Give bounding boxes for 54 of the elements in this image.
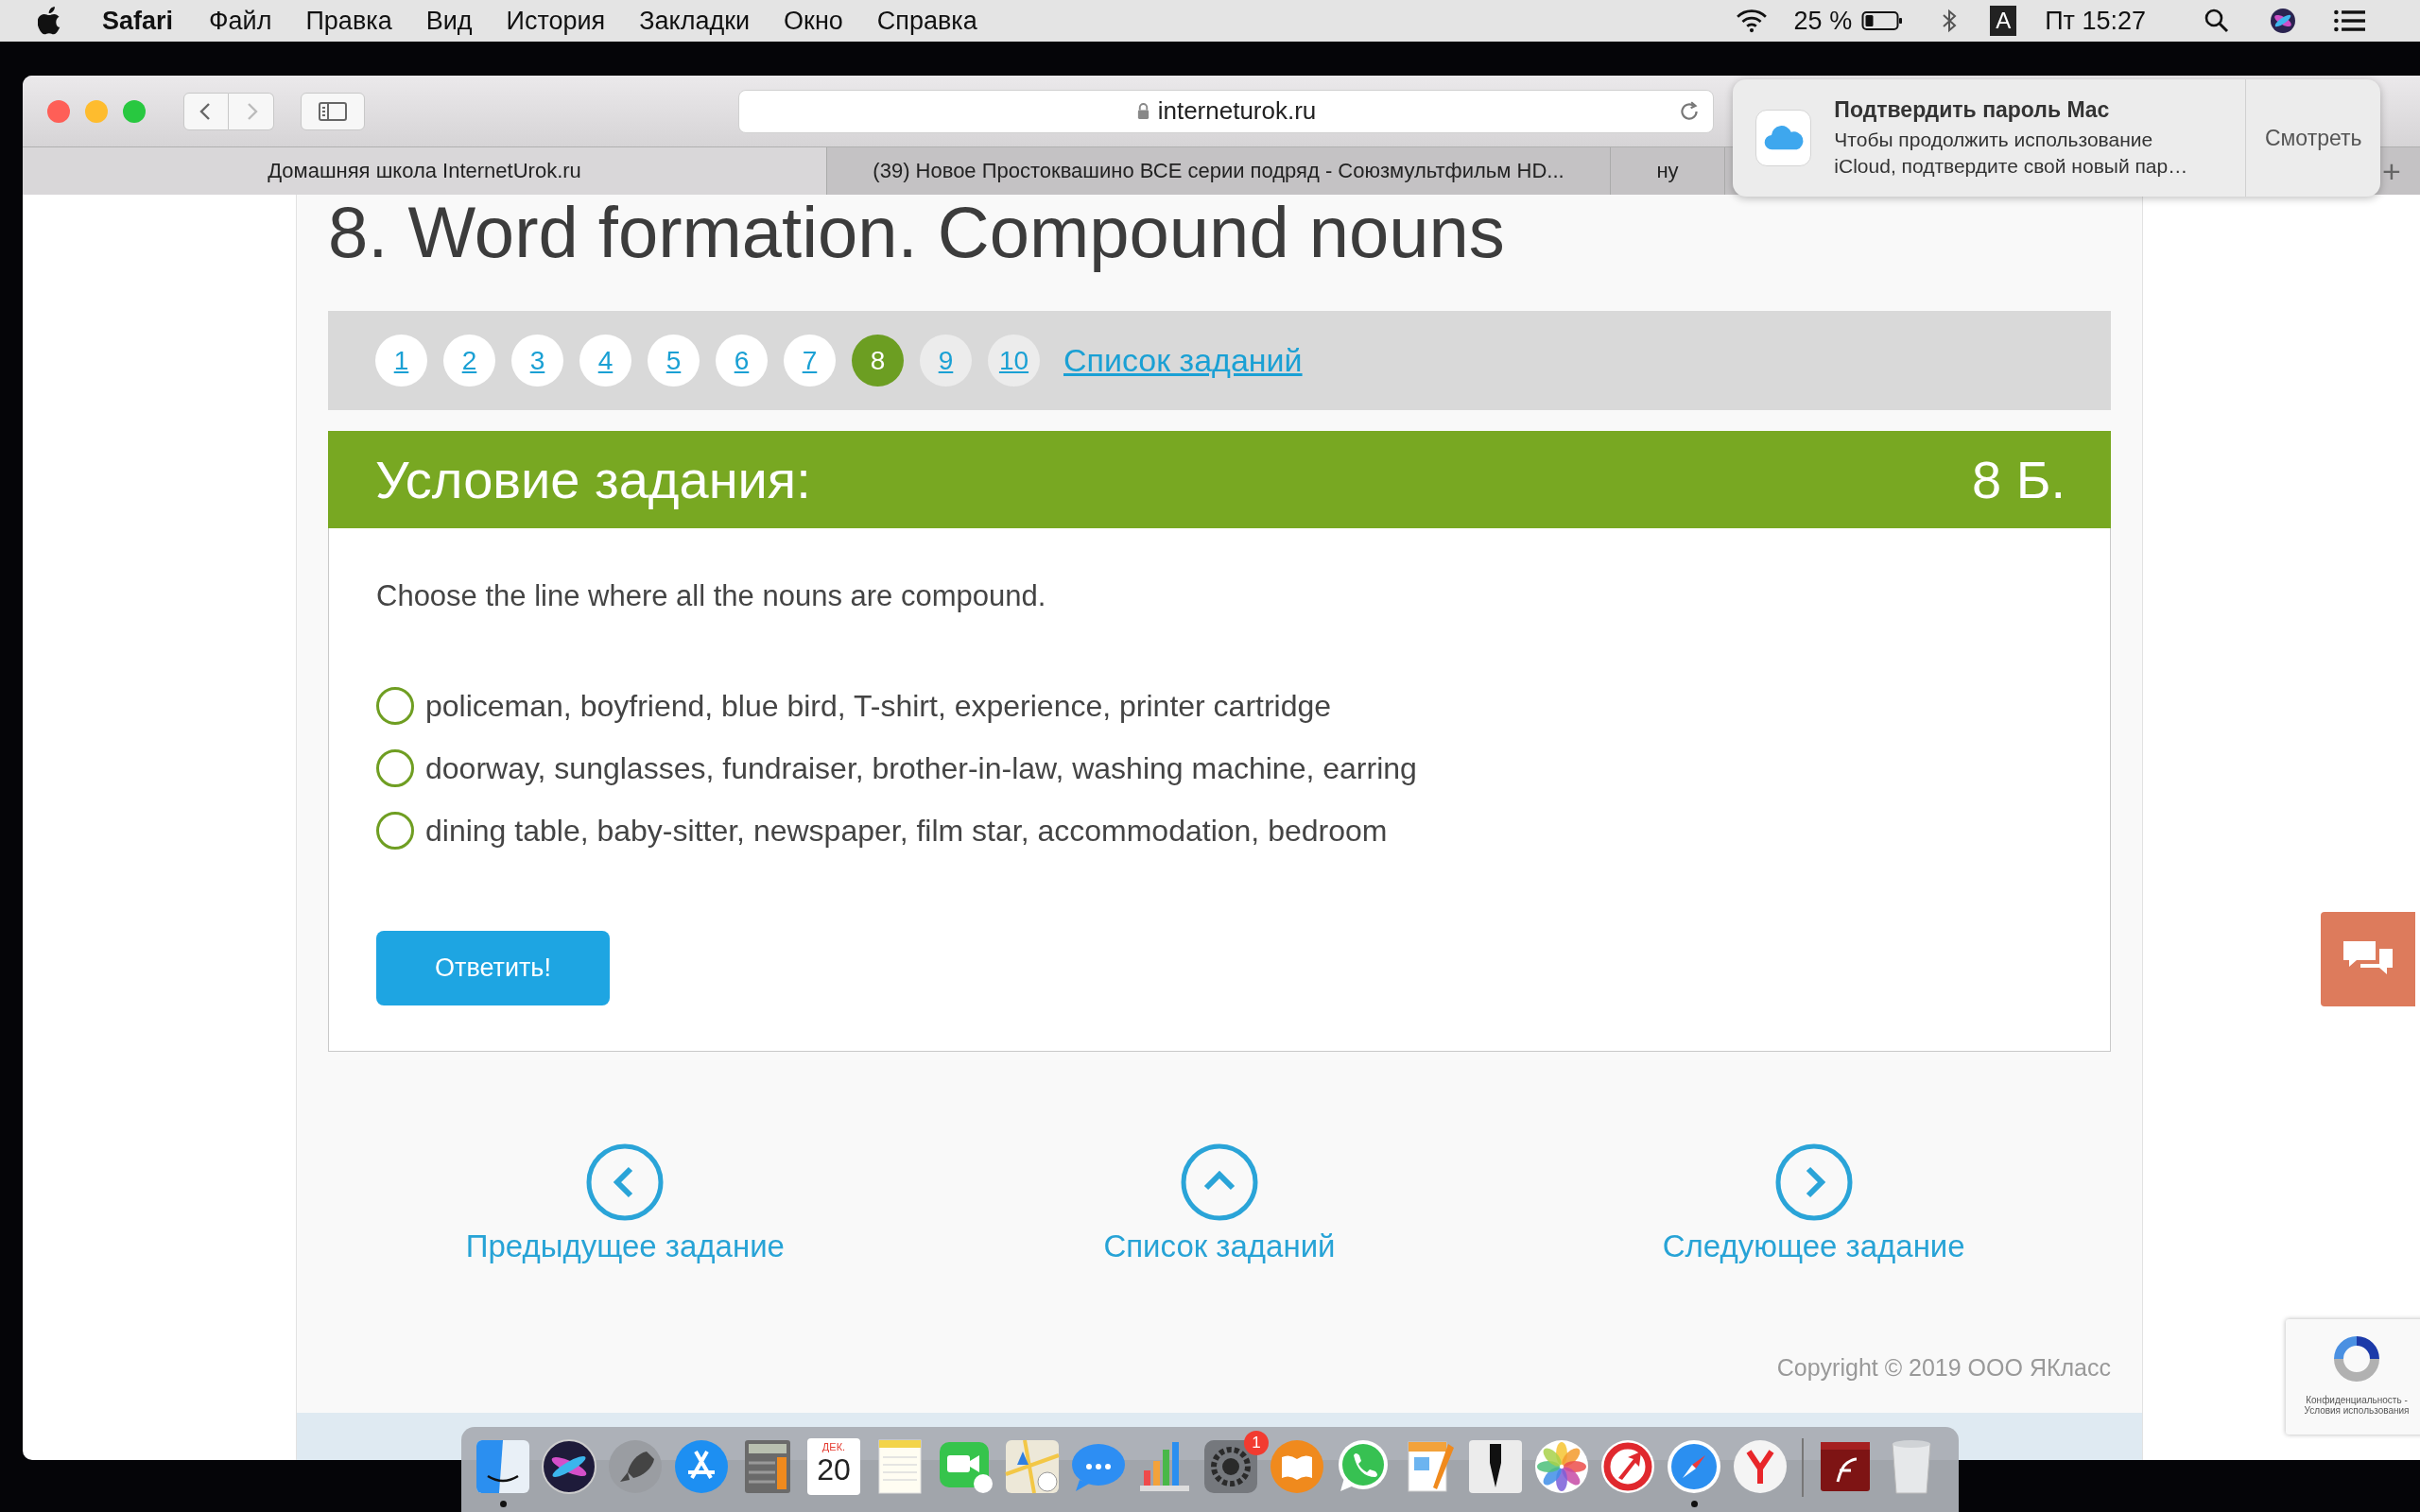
wifi-icon[interactable] xyxy=(1735,8,1768,34)
chat-button[interactable] xyxy=(2321,912,2415,1006)
running-indicator xyxy=(499,1501,507,1507)
task-points: 8 Б. xyxy=(1972,449,2066,510)
up-chevron-icon[interactable] xyxy=(1180,1143,1259,1222)
menu-item[interactable]: История xyxy=(506,6,606,36)
orb-icon[interactable] xyxy=(539,1436,599,1497)
option-label[interactable]: doorway, sunglasses, fundraiser, brother-in-law, washing machine, earring xyxy=(425,747,1417,789)
back-button[interactable] xyxy=(183,92,229,130)
menu-app-name[interactable]: Safari xyxy=(102,6,174,36)
recaptcha-link[interactable]: Условия использования xyxy=(2304,1405,2410,1416)
recaptcha-link[interactable]: Конфиденциальность - xyxy=(2306,1395,2408,1405)
notification-badge: 1 xyxy=(1244,1431,1269,1455)
address-bar[interactable]: interneturok.ru xyxy=(738,89,1714,133)
menu-item[interactable]: Файл xyxy=(209,6,272,36)
menu-item[interactable]: Вид xyxy=(425,6,473,36)
task-heading: Условие задания: xyxy=(375,449,811,510)
calendar-day: 20 xyxy=(817,1452,851,1486)
list-icon[interactable] xyxy=(2333,8,2365,34)
question-text: Choose the line where all the nouns are compound. xyxy=(376,578,1046,614)
running-indicator xyxy=(1690,1501,1698,1507)
zoom-button[interactable] xyxy=(123,99,146,123)
menu-item[interactable]: Окно xyxy=(784,6,843,36)
menu-item[interactable]: Закладки xyxy=(639,6,751,36)
browser-tab[interactable]: Домашняя школа InternetUrok.ru xyxy=(23,147,827,195)
address-text: interneturok.ru xyxy=(1157,96,1317,126)
cloud-icon xyxy=(1755,110,1812,166)
lock-icon xyxy=(1135,102,1150,120)
radio-button[interactable] xyxy=(376,812,414,850)
menu-item[interactable]: Справка xyxy=(876,6,977,36)
notification-banner[interactable]: Подтвердить пароль Mac Чтобы продолжить использование iCloud, подтвердите свой новый пар… Смотреть xyxy=(1733,79,2380,197)
menu-item[interactable]: Правка xyxy=(305,6,392,36)
sidebar-icon xyxy=(318,99,348,123)
option-label[interactable]: policeman, boyfriend, blue bird, T-shirt, experience, printer cartridge xyxy=(425,685,1332,727)
page-title: 8. Word formation. Compound nouns xyxy=(328,195,1505,270)
apple-logo-icon[interactable] xyxy=(38,7,62,35)
sidebar-button[interactable] xyxy=(301,92,365,130)
radio-button[interactable] xyxy=(376,687,414,725)
radio-button[interactable] xyxy=(376,749,414,787)
right-chevron-icon[interactable] xyxy=(1773,1143,1854,1222)
left-chevron-icon[interactable] xyxy=(585,1143,666,1222)
menu-clock[interactable]: Пт 15:27 xyxy=(2045,6,2146,36)
view-button[interactable]: Смотреть xyxy=(2245,79,2380,197)
notification-text: Чтобы продолжить использование xyxy=(1834,127,2154,152)
input-source[interactable]: A xyxy=(1990,6,2017,36)
calendar-icon[interactable]: ДЕК. 20 xyxy=(807,1438,860,1495)
close-button[interactable] xyxy=(47,99,70,123)
battery-icon[interactable] xyxy=(1861,10,1904,31)
battery-percent: 25 % xyxy=(1793,6,1853,36)
option-label[interactable]: dining table, baby-sitter, newspaper, film star, accommodation, bedroom xyxy=(425,810,1388,851)
copyright-text: Copyright © 2019 ООО ЯКласс xyxy=(1776,1354,2111,1382)
notification-title: Подтвердить пароль Mac xyxy=(1834,96,2111,123)
notification-text: iCloud, подтвердите свой новый пар… xyxy=(1834,153,2189,179)
calendar-month: ДЕК. xyxy=(821,1441,846,1452)
